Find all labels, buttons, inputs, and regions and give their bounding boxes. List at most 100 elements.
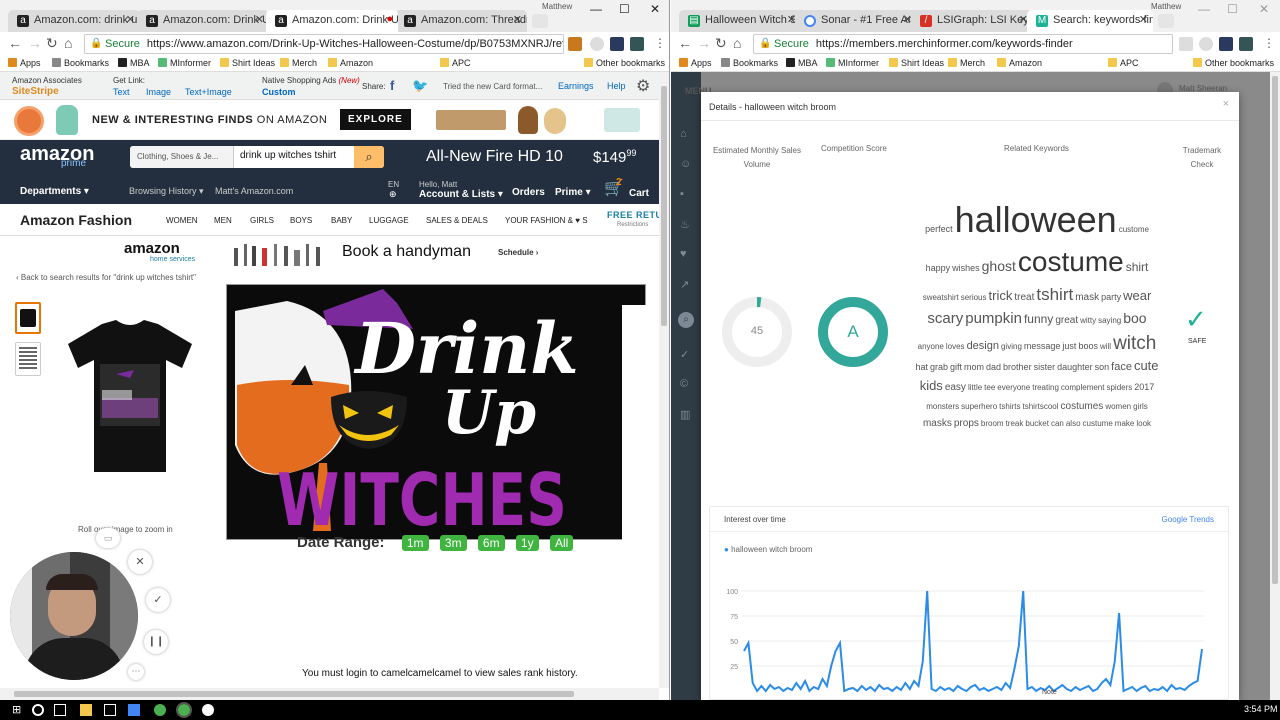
account-lists-menu[interactable]: Account & Lists ▾ — [419, 189, 503, 200]
close-icon[interactable]: ✕ — [513, 13, 522, 26]
keyword-wishes[interactable]: wishes — [952, 264, 980, 273]
keyword-great[interactable]: great — [1055, 316, 1078, 326]
bookmark-merch[interactable]: Merch — [948, 58, 985, 68]
bookmark-mba[interactable]: MBA — [786, 58, 818, 68]
sidebar-home-icon[interactable]: ⌂ — [680, 128, 687, 140]
keyword-props[interactable]: props — [954, 419, 979, 429]
extension-icon[interactable] — [1239, 37, 1253, 51]
keyword-can[interactable]: can — [1051, 420, 1064, 428]
keyword-costume[interactable]: costume — [1018, 248, 1124, 276]
cart-label[interactable]: Cart — [629, 188, 649, 199]
gear-icon[interactable]: ⚙ — [636, 76, 650, 96]
record-close-icon[interactable]: ● — [386, 13, 393, 25]
keyword-witty[interactable]: witty — [1080, 317, 1096, 325]
explore-button[interactable]: EXPLORE — [340, 109, 411, 130]
sidebar-search-icon[interactable]: ⌕ — [678, 312, 694, 328]
tab-3[interactable]: M Search: keywords fin ✕ — [1027, 10, 1153, 32]
keyword-masks[interactable]: masks — [923, 419, 952, 429]
keyword-cute[interactable]: cute — [1134, 359, 1159, 372]
keyword-hat[interactable]: hat — [915, 363, 928, 372]
recording-close-icon[interactable]: ✕ — [128, 550, 152, 574]
range-1y-button[interactable]: 1y — [515, 535, 539, 551]
bookmark-minformer[interactable]: MInformer — [158, 58, 211, 68]
keyword-scary[interactable]: scary — [927, 311, 963, 326]
bookmark-bookmarks[interactable]: Bookmarks — [721, 58, 778, 68]
keyword-just[interactable]: just — [1062, 342, 1076, 351]
free-returns-link[interactable]: FREE RETU — [607, 210, 663, 220]
keyword-custome[interactable]: custome — [1119, 226, 1149, 234]
keyword-2017[interactable]: 2017 — [1134, 383, 1154, 392]
mail-icon[interactable] — [128, 704, 140, 716]
extension-icon[interactable] — [568, 37, 582, 51]
keyword-face[interactable]: face — [1111, 362, 1132, 373]
twitter-icon[interactable]: 🐦 — [412, 78, 428, 94]
bookmark-bookmarks[interactable]: Bookmarks — [52, 58, 109, 68]
product-thumbnail-selected[interactable] — [15, 302, 41, 334]
reload-icon[interactable]: ↻ — [715, 36, 727, 50]
keyword-boos[interactable]: boos — [1078, 342, 1098, 351]
bookmark-apps[interactable]: Apps — [679, 58, 712, 68]
keyword-pumpkin[interactable]: pumpkin — [965, 311, 1022, 326]
minimize-icon[interactable]: — — [590, 2, 602, 16]
fashion-nav-boys[interactable]: BOYS — [290, 216, 312, 225]
keyword-superhero[interactable]: superhero — [961, 403, 997, 411]
keyword-little[interactable]: little — [968, 384, 982, 392]
keyword-trick[interactable]: trick — [989, 289, 1013, 302]
handyman-ad[interactable]: amazon home services Book a handyman Sch… — [120, 238, 560, 270]
sidebar-check-icon[interactable]: ✓ — [680, 348, 689, 361]
search-icon[interactable]: ⌕ — [354, 146, 384, 168]
product-thumbnail[interactable] — [15, 342, 41, 376]
keyword-wear[interactable]: wear — [1123, 289, 1151, 302]
minimize-icon[interactable]: — — [1198, 2, 1210, 16]
sidebar-cart-icon[interactable]: ▪ — [680, 188, 684, 200]
bookmark-minformer[interactable]: MInformer — [826, 58, 879, 68]
product-main-image[interactable] — [64, 316, 196, 476]
keyword-dad[interactable]: dad — [986, 363, 1001, 372]
close-icon[interactable]: ✕ — [255, 13, 264, 26]
keyword-treat[interactable]: treat — [1014, 293, 1034, 303]
close-icon[interactable]: ✕ — [126, 13, 135, 26]
chrome-active-icon[interactable] — [176, 702, 192, 718]
keyword-gift[interactable]: gift — [950, 363, 962, 372]
keyword-will[interactable]: will — [1100, 343, 1111, 351]
keyword-bucket[interactable]: bucket — [1025, 420, 1049, 428]
chrome-icon[interactable] — [154, 704, 166, 716]
keyword-shirt[interactable]: shirt — [1126, 261, 1149, 273]
menu-dots-icon[interactable]: ⋮ — [1263, 36, 1275, 50]
tab-0[interactable]: ▤ Halloween Witch Sh ✕ — [679, 10, 801, 32]
keyword-women[interactable]: women — [1105, 403, 1131, 411]
back-icon[interactable]: ← — [8, 36, 22, 50]
maximize-icon[interactable]: ☐ — [619, 2, 630, 16]
keyword-funny[interactable]: funny — [1024, 313, 1053, 325]
vertical-scrollbar[interactable] — [659, 72, 669, 688]
departments-menu[interactable]: Departments ▾ — [20, 186, 89, 197]
camera-toggle-icon[interactable]: ▭ — [96, 528, 120, 548]
fashion-nav-sales[interactable]: SALES & DEALS — [426, 216, 488, 225]
extension-icon[interactable] — [610, 37, 624, 51]
horizontal-scrollbar[interactable] — [0, 688, 659, 700]
extension-icon[interactable] — [1219, 37, 1233, 51]
modal-close-icon[interactable]: × — [1223, 98, 1229, 110]
keyword-spiders[interactable]: spiders — [1106, 384, 1132, 392]
keyword-make[interactable]: make — [1115, 420, 1135, 428]
range-3m-button[interactable]: 3m — [439, 535, 467, 551]
bookmark-apc[interactable]: APC — [1108, 58, 1139, 68]
bookmark-apps[interactable]: Apps — [8, 58, 41, 68]
custom-link[interactable]: Custom — [262, 87, 296, 97]
keyword-anyone[interactable]: anyone — [918, 343, 944, 351]
bookmark-other[interactable]: Other bookmarks — [584, 58, 665, 68]
scroll-thumb[interactable] — [14, 691, 574, 697]
keyword-everyone[interactable]: everyone — [997, 384, 1030, 392]
keyword-witch[interactable]: witch — [1113, 334, 1156, 353]
search-category-select[interactable]: Clothing, Shoes & Je... — [130, 146, 234, 168]
address-bar[interactable]: 🔒 Secure https://members.merchinformer.c… — [753, 34, 1173, 54]
keyword-monsters[interactable]: monsters — [926, 403, 959, 411]
range-6m-button[interactable]: 6m — [477, 535, 505, 551]
store-icon[interactable] — [104, 704, 116, 716]
keyword-boo[interactable]: boo — [1123, 311, 1146, 325]
fashion-nav-your-fashion[interactable]: YOUR FASHION & ♥ S — [505, 216, 588, 225]
reload-icon[interactable]: ↻ — [46, 36, 58, 50]
fashion-nav-women[interactable]: WOMEN — [166, 216, 198, 225]
keyword-costumes[interactable]: costumes — [1061, 402, 1104, 412]
bookmark-mba[interactable]: MBA — [118, 58, 150, 68]
